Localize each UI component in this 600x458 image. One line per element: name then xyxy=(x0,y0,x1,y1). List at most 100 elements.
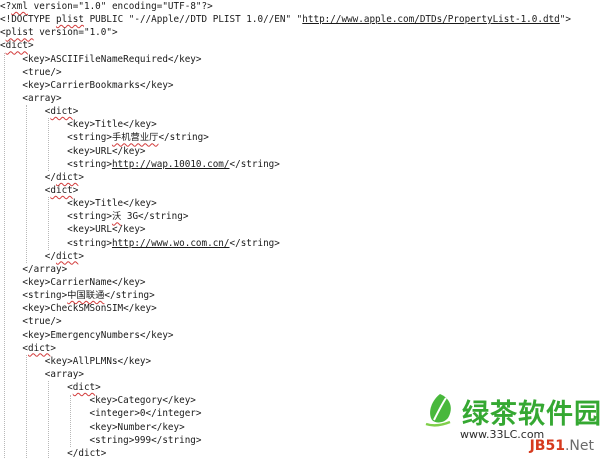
code-line: <key>CheckSMSonSIM</key> xyxy=(0,302,600,315)
code-token: <true/> xyxy=(0,66,62,78)
code-line: <string>中国联通</string> xyxy=(0,289,600,302)
code-line: <array> xyxy=(0,368,600,381)
code-token: <string> xyxy=(0,237,112,249)
code-token: <true/> xyxy=(0,316,62,328)
code-token: <key>Category</key> xyxy=(0,395,196,407)
code-token: <key>Number</key> xyxy=(0,421,185,433)
code-token: <array> xyxy=(0,92,62,104)
code-token: dict xyxy=(50,106,73,118)
code-line: <key>URL</key> xyxy=(0,145,600,158)
code-line: </array> xyxy=(0,263,600,276)
code-line: <dict> xyxy=(0,39,600,52)
code-token: <string> xyxy=(0,158,112,170)
indent-guide xyxy=(48,197,49,250)
code-url[interactable]: http://wap.10010.com/ xyxy=(112,159,230,170)
code-token: > xyxy=(100,447,107,458)
code-token: <key>CarrierName</key> xyxy=(0,276,146,288)
code-line: <dict> xyxy=(0,184,600,197)
code-token: <key>Title</key> xyxy=(0,119,157,131)
jb51-net-text: Net xyxy=(569,438,594,454)
code-token: "> xyxy=(559,14,571,26)
code-token: </array> xyxy=(0,263,68,275)
code-token: > xyxy=(50,342,56,354)
code-url[interactable]: http://www.wo.com.cn/ xyxy=(112,238,230,249)
indent-guide xyxy=(48,381,49,458)
code-line: <key>Title</key> xyxy=(0,197,600,210)
code-token: 沃 xyxy=(111,211,122,223)
indent-guide xyxy=(26,105,27,263)
code-line: <array> xyxy=(0,92,600,105)
leaf-logo-icon xyxy=(425,394,451,427)
code-token: dict xyxy=(72,382,96,394)
code-token: <integer>0</integer> xyxy=(0,408,202,420)
code-line: <key>CarrierName</key> xyxy=(0,276,600,289)
code-token: <key>ASCIIFileNameRequired</key> xyxy=(0,53,202,65)
code-token: </string> xyxy=(229,158,280,170)
code-url[interactable]: http://www.apple.com/DTDs/PropertyList-1… xyxy=(302,14,559,25)
code-token: > xyxy=(78,250,84,262)
code-token: dict xyxy=(55,250,79,262)
code-line: </dict> xyxy=(0,171,600,184)
code-token: <string> xyxy=(0,211,112,223)
code-token: </string> xyxy=(158,132,209,144)
code-token: version="1.0"> xyxy=(33,27,118,39)
code-line: <string>沃 3G</string> xyxy=(0,210,600,223)
code-token: dict xyxy=(55,171,79,183)
indent-guide xyxy=(48,118,49,171)
brand-name: 绿茶软件园 xyxy=(462,399,600,430)
text-editor[interactable]: <?xml version="1.0" encoding="UTF-8"?> <!… xyxy=(0,0,600,458)
code-token: <key>CheckSMSonSIM</key> xyxy=(0,303,157,315)
code-token: <key>URL</key> xyxy=(0,224,146,236)
code-token: <key>CarrierBookmarks</key> xyxy=(0,79,174,91)
code-line: <string>http://wap.10010.com/</string> xyxy=(0,158,600,171)
code-token: plist xyxy=(5,27,34,39)
code-token: > xyxy=(72,106,79,118)
code-line: <key>URL</key> xyxy=(0,223,600,236)
code-token: <string> xyxy=(0,290,68,302)
code-token: </ xyxy=(0,171,56,183)
code-token: <!DOCTYPE xyxy=(0,14,56,26)
code-token: < xyxy=(0,382,73,394)
code-token: PUBLIC "-//Apple//DTD PLIST 1.0//EN" " xyxy=(83,14,303,26)
code-token: <key>Title</key> xyxy=(0,198,157,210)
code-line: <!DOCTYPE plist PUBLIC "-//Apple//DTD PL… xyxy=(0,13,600,26)
code-token: </string> xyxy=(104,290,155,302)
code-token: version="1.0" encoding="UTF-8"?> xyxy=(28,1,213,12)
code-token: </ xyxy=(0,250,56,262)
code-token: <string> xyxy=(0,132,112,144)
code-token: > xyxy=(95,382,101,394)
code-token: dict xyxy=(78,447,101,458)
code-line: <key>ASCIIFileNameRequired</key> xyxy=(0,53,600,66)
code-line: <key>EmergencyNumbers</key> xyxy=(0,329,600,342)
code-token: <array> xyxy=(0,368,84,380)
code-token: </string> xyxy=(229,237,280,249)
watermark: 绿茶软件园 www.33LC.com JB51.Net xyxy=(420,390,600,454)
code-line: <key>AllPLMNs</key> xyxy=(0,355,600,368)
code-token: 中国联通 xyxy=(67,290,105,302)
code-line: <key>CarrierBookmarks</key> xyxy=(0,79,600,92)
code-token: <key>EmergencyNumbers</key> xyxy=(0,329,174,341)
code-token: <key>AllPLMNs</key> xyxy=(0,355,152,367)
code-line: <true/> xyxy=(0,66,600,79)
code-line: <dict> xyxy=(0,342,600,355)
code-token: </ xyxy=(0,447,79,458)
indent-guide xyxy=(70,394,71,448)
code-line: <string>http://www.wo.com.cn/</string> xyxy=(0,237,600,250)
code-line: <dict> xyxy=(0,105,600,118)
code-line: <plist version="1.0"> xyxy=(0,26,600,39)
code-token: 手机营业厅 xyxy=(111,132,159,144)
code-token: 3G</string> xyxy=(121,211,189,223)
code-token: > xyxy=(72,184,79,196)
indent-guide xyxy=(26,355,27,458)
code-token: <string>999</string> xyxy=(0,434,202,446)
code-line: <true/> xyxy=(0,315,600,328)
code-line: <?xml version="1.0" encoding="UTF-8"?> xyxy=(0,0,600,13)
code-token: xml xyxy=(11,1,28,12)
code-line: <string>手机营业厅</string> xyxy=(0,131,600,144)
code-token: <? xyxy=(0,1,12,12)
indent-guide xyxy=(4,52,5,458)
code-token: <key>URL</key> xyxy=(0,145,146,157)
code-token: > xyxy=(28,40,34,52)
code-token: > xyxy=(78,171,84,183)
jb51-logo: JB51.Net xyxy=(530,438,594,454)
